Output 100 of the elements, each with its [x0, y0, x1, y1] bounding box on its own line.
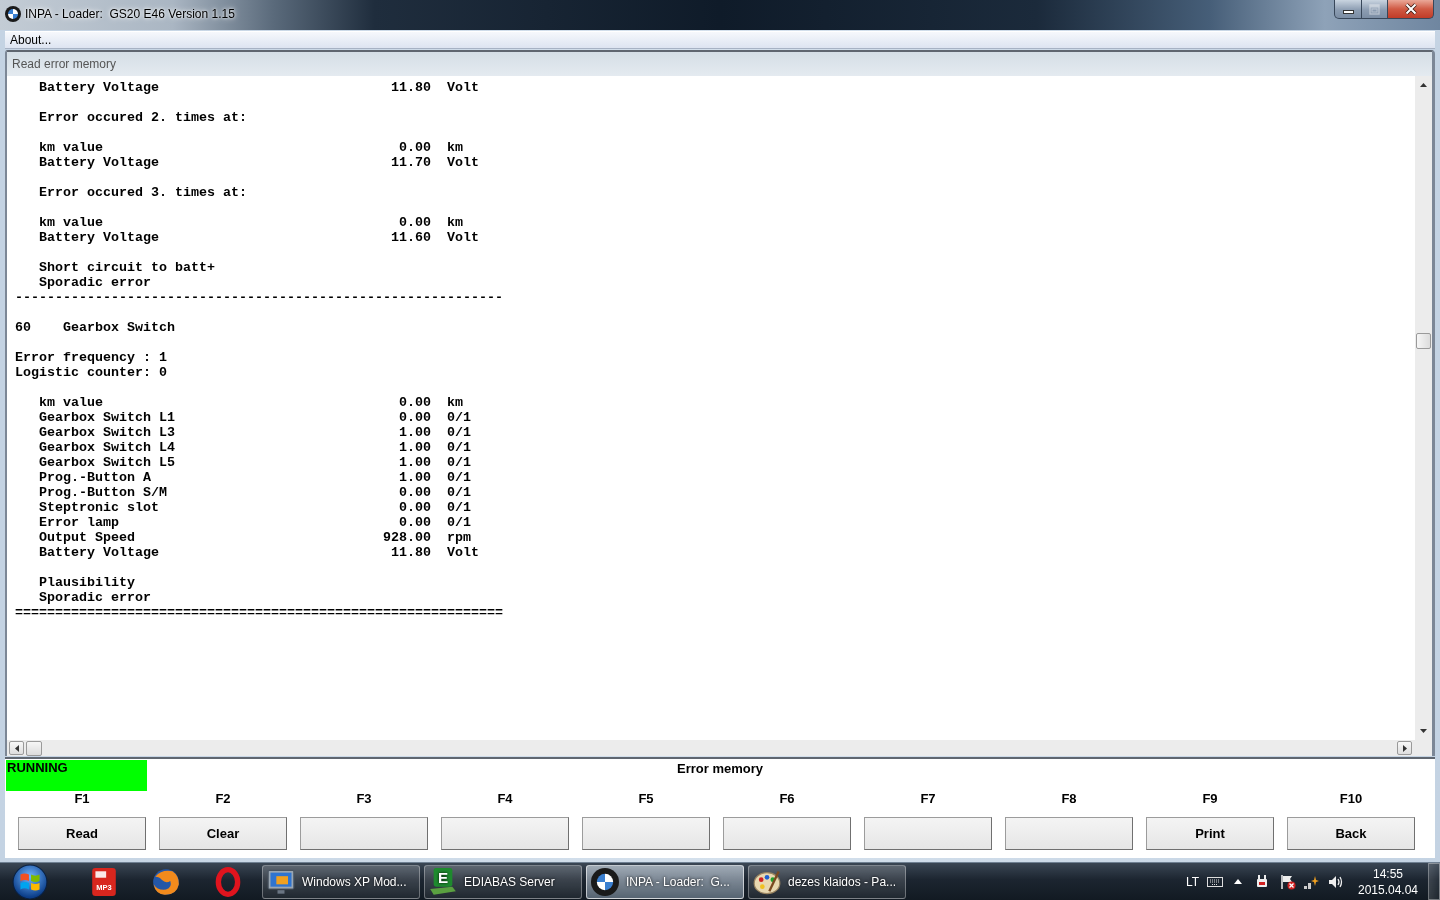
text-line: Sporadic error — [39, 590, 151, 605]
text-line: Error frequency : 1 — [15, 350, 167, 365]
parameter-label: Battery Voltage — [39, 545, 159, 560]
parameter-label: Battery Voltage — [39, 155, 159, 170]
function-button[interactable]: Read — [18, 817, 146, 850]
horizontal-scrollbar[interactable] — [7, 740, 1432, 756]
parameter-value: 1.00 — [399, 425, 431, 440]
parameter-unit: 0/1 — [447, 440, 471, 455]
parameter-unit: km — [447, 215, 463, 230]
flag-icon[interactable] — [1280, 873, 1296, 890]
parameter-label: Gearbox Switch L5 — [39, 455, 175, 470]
taskbar-button[interactable]: E EDIABAS Server — [424, 864, 582, 899]
close-button[interactable] — [1388, 0, 1434, 19]
parameter-unit: 0/1 — [447, 500, 471, 515]
text-line: Logistic counter: 0 — [15, 365, 167, 380]
function-button[interactable]: Clear — [159, 817, 287, 850]
parameter-unit: Volt — [447, 545, 479, 560]
function-button[interactable] — [300, 817, 428, 850]
parameter-value: 0.00 — [399, 485, 431, 500]
text-line: Sporadic error — [39, 275, 151, 290]
right-arrow-icon — [1402, 744, 1407, 752]
parameter-unit: km — [447, 140, 463, 155]
parameter-value: 0.00 — [399, 215, 431, 230]
globe-icon — [151, 866, 181, 897]
function-button[interactable] — [441, 817, 569, 850]
scroll-right-button[interactable] — [1397, 741, 1412, 755]
parameter-value: 0.00 — [399, 140, 431, 155]
minimize-icon — [1342, 10, 1354, 14]
scroll-thumb[interactable] — [26, 740, 42, 756]
parameter-value: 0.00 — [399, 410, 431, 425]
parameter-value: 928.00 — [383, 530, 431, 545]
app-icon — [5, 6, 21, 22]
minimize-button[interactable] — [1334, 0, 1362, 19]
parameter-value: 0.00 — [399, 395, 431, 410]
parameter-label: Gearbox Switch L3 — [39, 425, 175, 440]
text-line: Error occured 2. times at: — [39, 110, 247, 125]
function-button[interactable]: Back — [1287, 817, 1415, 850]
parameter-unit: Volt — [447, 80, 479, 95]
parameter-value: 0.00 — [399, 500, 431, 515]
keyboard-icon[interactable] — [1207, 875, 1223, 888]
parameter-label: Steptronic slot — [39, 500, 159, 515]
separator-line: ------------------------------------------------------------- — [15, 290, 503, 305]
parameter-label: km value — [39, 395, 103, 410]
parameter-unit: 0/1 — [447, 470, 471, 485]
scroll-thumb[interactable] — [1416, 333, 1431, 349]
function-key-label: F7 — [920, 791, 936, 806]
parameter-label: Output Speed — [39, 530, 135, 545]
parameter-label: Gearbox Switch L1 — [39, 410, 175, 425]
menu-item[interactable]: About... — [5, 32, 52, 48]
function-button[interactable]: Print — [1146, 817, 1274, 850]
parameter-unit: Volt — [447, 230, 479, 245]
parameter-value: 11.80 — [391, 80, 431, 95]
up-arrow-icon[interactable] — [1420, 83, 1427, 87]
down-arrow-icon[interactable] — [1420, 729, 1427, 733]
function-key-label: F9 — [1202, 791, 1218, 806]
taskbar-button[interactable]: dezes klaidos - Pa... — [748, 864, 906, 899]
scroll-left-button[interactable] — [9, 741, 24, 755]
parameter-unit: 0/1 — [447, 410, 471, 425]
parameter-label: Prog.-Button A — [39, 470, 151, 485]
text-line: Plausibility — [39, 575, 135, 590]
parameter-unit: 0/1 — [447, 515, 471, 530]
file-icon: MP3 — [89, 866, 119, 897]
parameter-label: Gearbox Switch L4 — [39, 440, 175, 455]
text-line: Short circuit to batt+ — [39, 260, 215, 275]
function-button[interactable] — [864, 817, 992, 850]
parameter-value: 1.00 — [399, 455, 431, 470]
left-arrow-icon — [14, 744, 19, 752]
parameter-label: Prog.-Button S/M — [39, 485, 167, 500]
parameter-value: 11.60 — [391, 230, 431, 245]
function-key-label: F2 — [215, 791, 231, 806]
close-icon — [1404, 3, 1417, 15]
parameter-unit: km — [447, 395, 463, 410]
function-key-label: F4 — [497, 791, 513, 806]
plug-icon[interactable] — [1254, 873, 1270, 890]
error-code: 60 — [15, 320, 31, 335]
function-key-label: F5 — [638, 791, 654, 806]
parameter-label: km value — [39, 140, 103, 155]
taskbar-button[interactable]: INPA - Loader: G... — [586, 864, 744, 899]
pinned-app-button[interactable]: MP3 — [75, 864, 133, 899]
language-indicator[interactable]: LT — [1185, 874, 1199, 889]
parameter-unit: 0/1 — [447, 485, 471, 500]
parameter-value: 11.70 — [391, 155, 431, 170]
function-button[interactable] — [723, 817, 851, 850]
parameter-value: 1.00 — [399, 440, 431, 455]
status-message: Error memory — [677, 761, 763, 776]
function-button[interactable] — [582, 817, 710, 850]
show-desktop-button[interactable] — [1428, 863, 1440, 900]
show-hidden-icons-icon[interactable] — [1234, 879, 1242, 884]
parameter-label: Battery Voltage — [39, 80, 159, 95]
taskbar-button[interactable]: Windows XP Mod... — [262, 864, 420, 899]
roundel-icon — [591, 867, 619, 896]
function-button[interactable] — [1005, 817, 1133, 850]
parameter-value: 0.00 — [399, 515, 431, 530]
restore-button[interactable] — [1362, 0, 1388, 19]
vertical-scrollbar[interactable] — [1415, 76, 1432, 740]
clock-date[interactable]: 2015.04.04 — [1357, 881, 1419, 898]
function-key-label: F3 — [356, 791, 372, 806]
parameter-label: Battery Voltage — [39, 230, 159, 245]
clock-time[interactable]: 14:55 — [1373, 865, 1403, 882]
panel-title: Read error memory — [12, 57, 117, 71]
